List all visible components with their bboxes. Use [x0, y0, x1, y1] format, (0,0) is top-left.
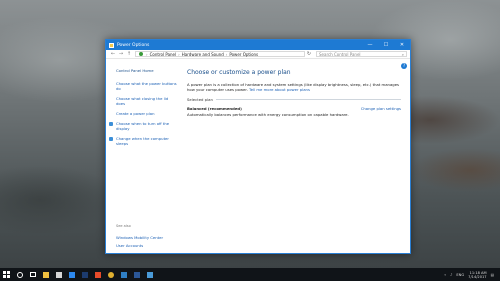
- close-button[interactable]: ✕: [394, 40, 410, 50]
- sidebar-item-turn-off-display[interactable]: Choose when to turn off the display: [109, 121, 178, 131]
- breadcrumb-power-options[interactable]: Power Options: [229, 52, 258, 57]
- window-title: Power Options: [117, 42, 150, 48]
- refresh-button[interactable]: ↻: [305, 51, 313, 57]
- control-panel-icon: [146, 271, 153, 278]
- selected-plan-label: Selected plan: [187, 97, 213, 102]
- plan-name: Balanced (recommended): [187, 106, 242, 111]
- page-title: Choose or customize a power plan: [187, 69, 291, 76]
- edge-icon: [120, 271, 127, 278]
- power-options-window: Power Options — ☐ ✕ ← → ↑ › Control Pane…: [105, 39, 411, 254]
- cortana-button[interactable]: [13, 268, 26, 281]
- office-icon: [94, 271, 101, 278]
- photoshop-icon: [81, 271, 88, 278]
- back-button[interactable]: ←: [109, 51, 117, 57]
- taskbar: ⌁ ♪ ENG 11:18 AM 7/14/2017 ▤: [0, 268, 500, 281]
- search-icon: ⌕: [401, 51, 404, 57]
- windows-logo-icon: [3, 271, 10, 278]
- clock[interactable]: 11:18 AM 7/14/2017: [468, 271, 486, 279]
- divider: [215, 99, 401, 100]
- taskbar-app-word[interactable]: [130, 268, 143, 281]
- address-bar: ← → ↑ › Control Panel › Hardware and Sou…: [106, 50, 410, 59]
- page-description: A power plan is a collection of hardware…: [187, 82, 401, 92]
- task-view-button[interactable]: [26, 268, 39, 281]
- sidebar-item-label: Choose when to turn off the display: [116, 121, 170, 131]
- breadcrumb-separator: ›: [146, 51, 148, 57]
- taskbar-app-edge[interactable]: [117, 268, 130, 281]
- help-button[interactable]: ?: [401, 63, 407, 69]
- word-icon: [133, 271, 140, 278]
- taskbar-app-store[interactable]: [65, 268, 78, 281]
- sidebar-item-computer-sleeps[interactable]: Change when the computer sleeps: [109, 136, 178, 146]
- clock-date: 7/14/2017: [468, 274, 487, 279]
- network-icon[interactable]: ⌁: [444, 273, 446, 277]
- search-placeholder: Search Control Panel: [319, 51, 361, 57]
- cortana-icon: [16, 271, 23, 278]
- forward-button[interactable]: →: [117, 51, 125, 57]
- volume-icon[interactable]: ♪: [450, 273, 452, 277]
- notification-icon[interactable]: ▤: [491, 273, 494, 277]
- breadcrumb-separator: ›: [225, 51, 228, 57]
- sleep-icon: [109, 136, 113, 141]
- mail-icon: [55, 271, 62, 278]
- plan-row: Balanced (recommended) Change plan setti…: [187, 106, 401, 111]
- taskbar-app-photoshop[interactable]: [78, 268, 91, 281]
- selected-plan-header: Selected plan: [187, 97, 401, 102]
- taskbar-app-explorer[interactable]: [39, 268, 52, 281]
- taskbar-app-control-panel[interactable]: [143, 268, 156, 281]
- clock-time: 11:18 AM: [469, 270, 487, 275]
- chrome-icon: [107, 271, 114, 278]
- sidebar-item-create-plan[interactable]: Create a power plan: [116, 111, 178, 116]
- sidebar-item-label: Change when the computer sleeps: [116, 136, 169, 146]
- taskbar-app-chrome[interactable]: [104, 268, 117, 281]
- task-view-icon: [29, 272, 36, 277]
- breadcrumb-hardware-and-sound[interactable]: Hardware and Sound: [182, 52, 224, 57]
- sidebar-item-closing-lid[interactable]: Choose what closing the lid does: [116, 96, 178, 106]
- plan-description: Automatically balances performance with …: [187, 112, 349, 117]
- control-panel-home-link[interactable]: Control Panel Home: [116, 68, 178, 73]
- see-also-label: See also: [116, 224, 131, 228]
- taskbar-app-office[interactable]: [91, 268, 104, 281]
- store-icon: [68, 271, 75, 278]
- main-pane: Choose or customize a power plan A power…: [187, 69, 401, 117]
- content-area: Control Panel Home Choose what the power…: [106, 60, 410, 253]
- taskbar-app-mail[interactable]: [52, 268, 65, 281]
- start-button[interactable]: [0, 268, 13, 281]
- up-button[interactable]: ↑: [125, 51, 133, 57]
- title-bar[interactable]: Power Options — ☐ ✕: [106, 40, 410, 50]
- power-plans-help-link[interactable]: Tell me more about power plans: [249, 87, 310, 92]
- language-indicator[interactable]: ENG: [456, 273, 464, 277]
- display-icon: [109, 121, 113, 126]
- windows-mobility-center-link[interactable]: Windows Mobility Center: [116, 235, 163, 240]
- maximize-button[interactable]: ☐: [378, 40, 394, 50]
- sidebar-item-power-buttons[interactable]: Choose what the power buttons do: [116, 81, 178, 91]
- control-panel-icon: [139, 52, 143, 56]
- user-accounts-link[interactable]: User Accounts: [116, 243, 143, 248]
- change-plan-settings-link[interactable]: Change plan settings: [361, 106, 401, 111]
- breadcrumb[interactable]: › Control Panel › Hardware and Sound › P…: [135, 51, 305, 57]
- power-options-icon: [109, 42, 114, 48]
- minimize-button[interactable]: —: [362, 40, 378, 50]
- file-explorer-icon: [42, 271, 49, 278]
- breadcrumb-separator: ›: [178, 51, 180, 57]
- system-tray: ⌁ ♪ ENG 11:18 AM 7/14/2017 ▤: [440, 271, 500, 279]
- task-pane: Control Panel Home Choose what the power…: [106, 60, 178, 253]
- breadcrumb-control-panel[interactable]: Control Panel: [150, 52, 177, 57]
- search-input[interactable]: Search Control Panel ⌕: [316, 51, 407, 57]
